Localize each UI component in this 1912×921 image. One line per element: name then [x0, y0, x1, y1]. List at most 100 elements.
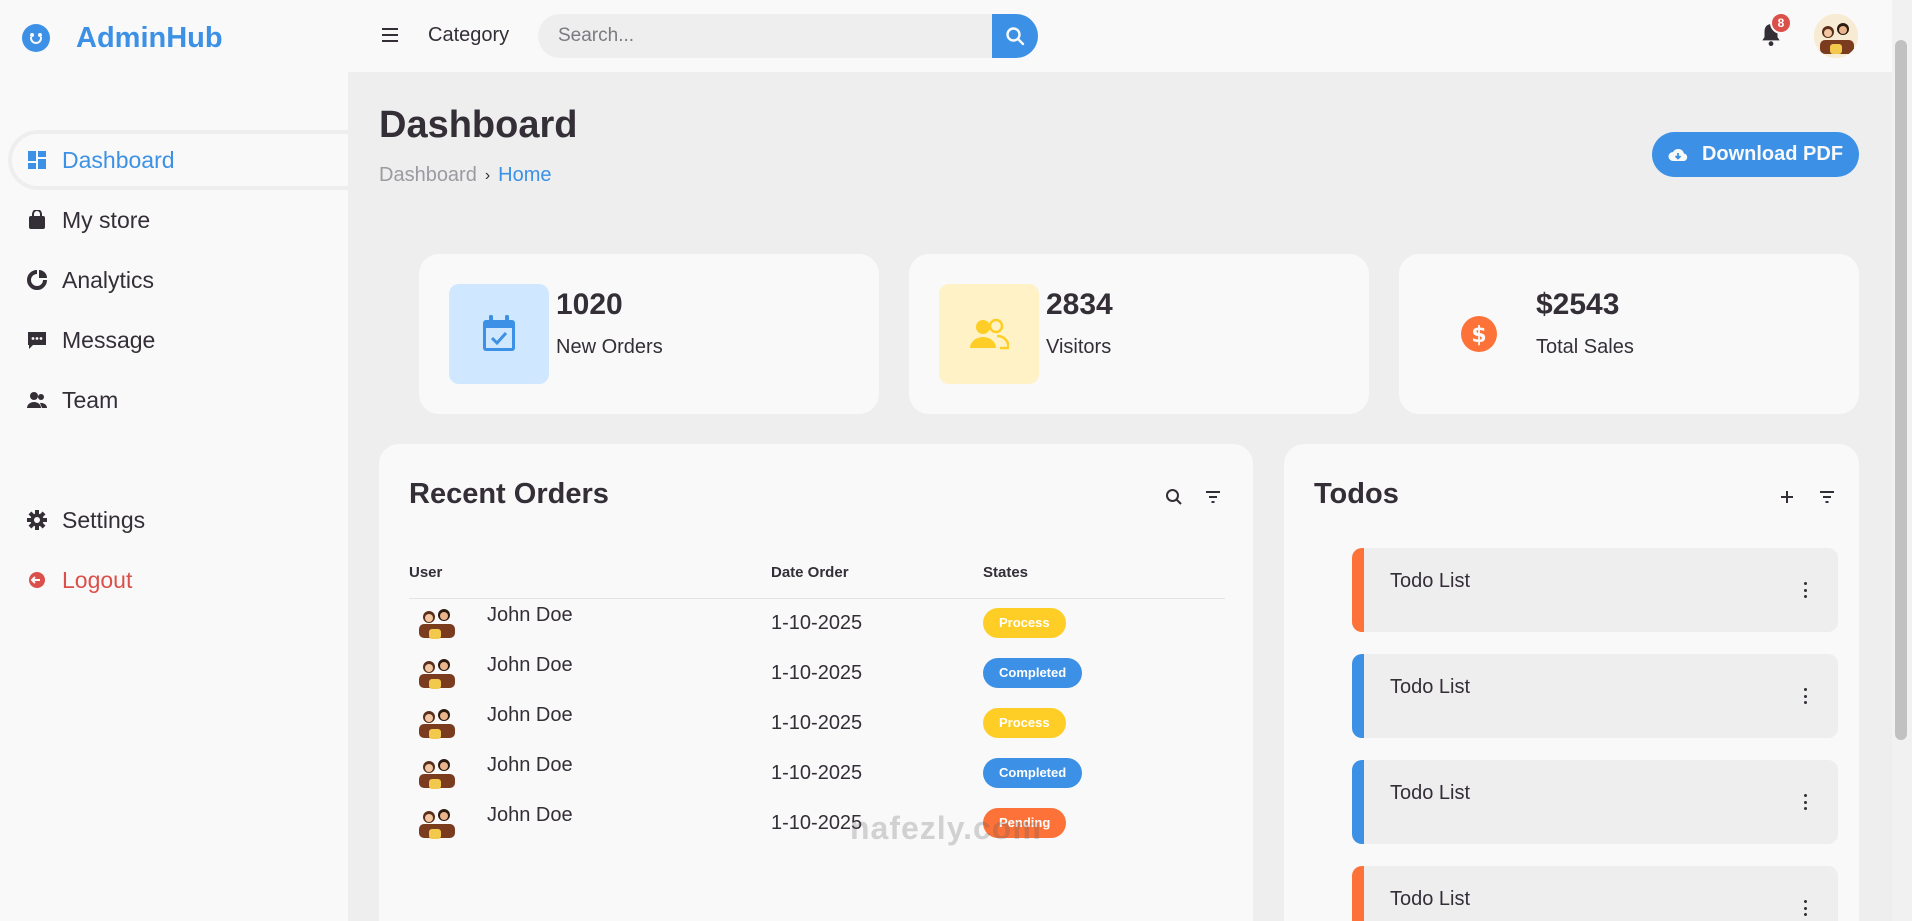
todo-status-bar: [1352, 866, 1364, 921]
search-button[interactable]: [992, 14, 1038, 58]
sidebar-item-analytics[interactable]: Analytics: [0, 250, 348, 310]
stat-value: 1020: [556, 288, 623, 321]
user-name: John Doe: [487, 703, 573, 726]
message-icon: [26, 329, 48, 351]
sidebar-item-settings[interactable]: Settings: [0, 490, 348, 550]
search-icon[interactable]: [1165, 488, 1183, 506]
user-name: John Doe: [487, 803, 573, 826]
pie-chart-icon: [26, 269, 48, 291]
sidebar-link-message[interactable]: Message: [12, 316, 348, 364]
logout-icon: [26, 569, 48, 591]
watermark: nafezly.com: [850, 810, 1042, 846]
table-row[interactable]: John Doe 1-10-2025 Process: [409, 598, 1225, 648]
avatar: [415, 805, 459, 841]
more-vertical-icon[interactable]: [1804, 688, 1808, 704]
order-date: 1-10-2025: [771, 761, 863, 784]
chevron-right-icon: ›: [484, 166, 491, 184]
sidebar-item-message[interactable]: Message: [0, 310, 348, 370]
scrollbar-thumb[interactable]: [1895, 40, 1907, 740]
column-header-states: States: [983, 548, 1225, 599]
stat-card-total-sales: $ $2543 Total Sales: [1399, 254, 1859, 414]
order-date: 1-10-2025: [771, 711, 863, 734]
category-link[interactable]: Category: [428, 24, 509, 47]
status-badge: Process: [983, 608, 1066, 639]
cloud-download-icon: [1668, 148, 1688, 161]
stat-value: 2834: [1046, 288, 1113, 321]
table-row[interactable]: John Doe 1-10-2025 Completed: [409, 748, 1225, 798]
status-badge: Completed: [983, 658, 1083, 688]
sidebar-item-label: Analytics: [62, 266, 155, 293]
sidebar-item-label: Message: [62, 326, 156, 353]
sidebar-item-team[interactable]: Team: [0, 370, 348, 430]
state-cell: Process: [983, 598, 1225, 648]
user-name: John Doe: [487, 603, 573, 626]
filter-icon[interactable]: [1205, 490, 1221, 504]
column-header-user: User: [409, 548, 771, 599]
smile-icon: [22, 24, 50, 52]
menu-toggle-icon[interactable]: [382, 28, 398, 42]
todo-label: Todo List: [1390, 782, 1471, 804]
todo-label: Todo List: [1390, 888, 1471, 910]
stat-card-visitors: 2834 Visitors: [909, 254, 1369, 414]
shopping-bag-icon: [26, 209, 48, 231]
breadcrumb-dashboard[interactable]: Dashboard: [379, 164, 477, 187]
breadcrumb-home[interactable]: Home: [498, 164, 551, 187]
sidebar: AdminHub Dashboard My store Analytics Me…: [0, 0, 348, 921]
todo-status-bar: [1352, 760, 1364, 844]
search-icon: [1006, 27, 1025, 46]
order-date: 1-10-2025: [771, 661, 863, 684]
todo-label: Todo List: [1390, 676, 1471, 698]
sidebar-menu-top: Dashboard My store Analytics Message Tea…: [0, 130, 348, 430]
sidebar-item-my-store[interactable]: My store: [0, 190, 348, 250]
orders-table: User Date Order States John Doe 1-10-2025…: [409, 548, 1225, 848]
avatar: [415, 655, 459, 691]
sidebar-link-dashboard[interactable]: Dashboard: [12, 134, 348, 186]
brand[interactable]: AdminHub: [22, 18, 223, 58]
filter-icon[interactable]: [1819, 490, 1835, 504]
plus-icon[interactable]: [1779, 489, 1795, 505]
todo-item[interactable]: Todo List: [1352, 548, 1838, 632]
user-name: John Doe: [487, 753, 573, 776]
dollar-icon: $: [1429, 284, 1529, 384]
orders-table-body: John Doe 1-10-2025 Process John Doe 1-10-202…: [409, 598, 1225, 848]
sidebar-link-logout[interactable]: Logout: [12, 556, 348, 604]
table-row[interactable]: John Doe 1-10-2025 Process: [409, 698, 1225, 748]
avatar[interactable]: [1814, 14, 1858, 58]
breadcrumb: Dashboard › Home: [379, 164, 552, 187]
stat-value: $2543: [1536, 288, 1620, 321]
todo-item[interactable]: Todo List: [1352, 760, 1838, 844]
sidebar-item-label: Logout: [62, 566, 133, 593]
search-input[interactable]: [538, 14, 992, 58]
sidebar-link-my-store[interactable]: My store: [12, 196, 348, 244]
user-name: John Doe: [487, 653, 573, 676]
sidebar-item-logout[interactable]: Logout: [0, 550, 348, 610]
todos-panel: Todos Todo List Todo List Todo List Todo Li…: [1284, 444, 1859, 921]
sidebar-link-team[interactable]: Team: [12, 376, 348, 424]
avatar: [415, 605, 459, 641]
todo-status-bar: [1352, 654, 1364, 738]
sidebar-link-settings[interactable]: Settings: [12, 496, 348, 544]
search-form: [538, 14, 1038, 58]
todo-label: Todo List: [1390, 570, 1471, 592]
more-vertical-icon[interactable]: [1804, 900, 1808, 916]
table-row[interactable]: John Doe 1-10-2025 Pending: [409, 798, 1225, 848]
more-vertical-icon[interactable]: [1804, 794, 1808, 810]
gear-icon: [26, 509, 48, 531]
todo-item[interactable]: Todo List: [1352, 654, 1838, 738]
table-row[interactable]: John Doe 1-10-2025 Completed: [409, 648, 1225, 698]
avatar: [415, 755, 459, 791]
more-vertical-icon[interactable]: [1804, 582, 1808, 598]
page-title: Dashboard: [379, 104, 578, 146]
state-cell: Process: [983, 698, 1225, 748]
team-icon: [26, 389, 48, 411]
svg-text:$: $: [1471, 323, 1486, 348]
download-pdf-button[interactable]: Download PDF: [1652, 132, 1859, 177]
status-badge: Completed: [983, 758, 1083, 788]
sidebar-item-dashboard[interactable]: Dashboard: [8, 130, 348, 190]
todo-item[interactable]: Todo List: [1352, 866, 1838, 921]
brand-name: AdminHub: [76, 21, 223, 54]
user-cell: John Doe: [409, 598, 771, 648]
download-pdf-label: Download PDF: [1701, 143, 1844, 165]
sidebar-link-analytics[interactable]: Analytics: [12, 256, 348, 304]
user-cell: John Doe: [409, 698, 771, 748]
